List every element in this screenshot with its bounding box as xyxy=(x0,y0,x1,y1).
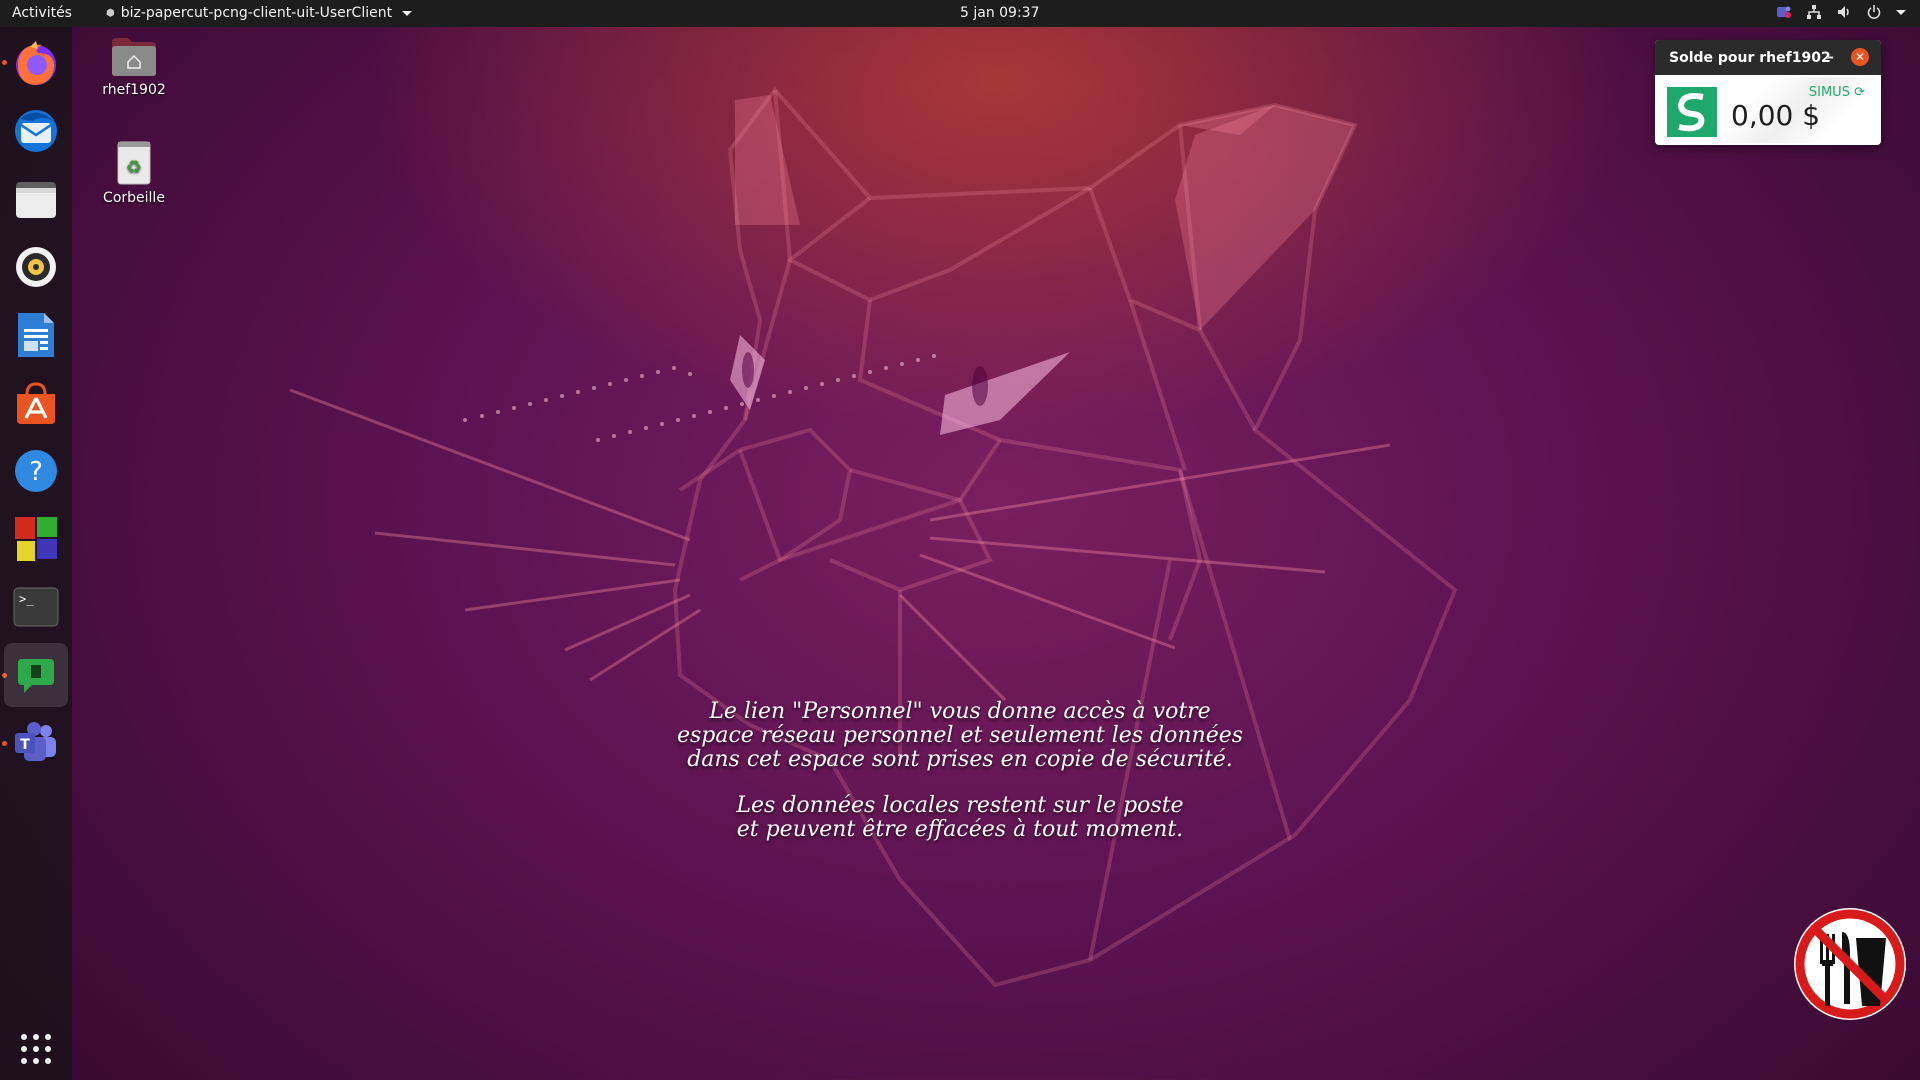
balance-amount: 0,00 $ xyxy=(1731,99,1821,132)
chevron-down-icon[interactable] xyxy=(1896,9,1906,15)
svg-text:>_: >_ xyxy=(19,592,34,606)
home-folder-label: rhef1902 xyxy=(102,82,166,98)
pin-icon: ⬢ xyxy=(106,7,115,19)
system-tray[interactable] xyxy=(1776,4,1906,20)
clock[interactable]: 5 jan 09:37 xyxy=(960,5,1040,21)
balance-widget[interactable]: Solde pour rhef1902 – ✕ SIMUS ⟳ 0,00 $ xyxy=(1655,40,1881,145)
papercut-logo-icon xyxy=(1667,87,1717,137)
software-center-icon xyxy=(17,382,55,424)
balance-widget-titlebar[interactable]: Solde pour rhef1902 – ✕ xyxy=(1655,40,1881,75)
balance-widget-body: SIMUS ⟳ 0,00 $ xyxy=(1657,77,1879,143)
organization-name: SIMUS xyxy=(1808,85,1850,100)
firefox-icon xyxy=(16,41,56,85)
activities-button[interactable]: Activités xyxy=(12,5,72,21)
network-icon[interactable] xyxy=(1806,4,1822,20)
dock-item-papercut[interactable] xyxy=(4,643,68,707)
desktop-home-folder[interactable]: rhef1902 xyxy=(84,36,184,98)
show-applications-button[interactable] xyxy=(4,1017,68,1080)
desktop-trash[interactable]: ♻ Corbeille xyxy=(84,140,184,206)
dock-item-help[interactable]: ? xyxy=(4,439,68,503)
power-icon[interactable] xyxy=(1866,4,1882,20)
dock-item-firefox[interactable] xyxy=(4,31,68,95)
volume-icon[interactable] xyxy=(1836,4,1852,20)
app-menu-label: biz-papercut-pcng-client-uit-UserClient xyxy=(120,5,393,21)
no-food-drink-sign-icon xyxy=(1794,908,1906,1020)
wallpaper-art xyxy=(289,86,1458,988)
writer-icon xyxy=(18,313,54,357)
organization-label: SIMUS ⟳ xyxy=(1809,85,1865,100)
svg-text:♻: ♻ xyxy=(126,157,142,178)
app-menu[interactable]: ⬢ biz-papercut-pcng-client-uit-UserClien… xyxy=(106,5,413,21)
message-line: et peuvent être effacées à tout moment. xyxy=(736,817,1184,842)
svg-text:?: ? xyxy=(29,457,43,487)
dock-item-writer[interactable] xyxy=(4,303,68,367)
help-icon: ? xyxy=(15,450,57,492)
terminal-icon: >_ xyxy=(13,587,59,627)
rhythmbox-icon xyxy=(16,247,56,287)
apps-grid-icon xyxy=(21,1034,51,1064)
wallpaper-message: Le lien "Personnel" vous donne accès à v… xyxy=(560,700,1360,864)
files-icon xyxy=(16,182,56,218)
trash-icon: ♻ xyxy=(117,141,151,185)
dock-item-terminal[interactable]: >_ xyxy=(4,575,68,639)
refresh-icon[interactable]: ⟳ xyxy=(1854,85,1865,100)
close-button[interactable]: ✕ xyxy=(1851,48,1869,66)
top-bar: Activités ⬢ biz-papercut-pcng-client-uit… xyxy=(0,0,1920,27)
message-line: Les données locales restent sur le poste xyxy=(736,793,1184,818)
dock-item-teams[interactable]: T xyxy=(4,711,68,775)
dock-item-thunderbird[interactable] xyxy=(4,99,68,163)
balance-widget-title: Solde pour rhef1902 xyxy=(1669,50,1831,66)
message-paragraph-2: Les données locales restent sur le poste… xyxy=(560,794,1360,842)
svg-text:T: T xyxy=(20,737,30,753)
dock-item-software[interactable] xyxy=(4,371,68,435)
teams-icon: T xyxy=(15,722,56,761)
dock-item-files[interactable] xyxy=(4,167,68,231)
chevron-down-icon xyxy=(402,10,413,16)
trash-label: Corbeille xyxy=(103,190,165,206)
message-paragraph-1: Le lien "Personnel" vous donne accès à v… xyxy=(560,700,1360,772)
message-line: espace réseau personnel et seulement les… xyxy=(676,723,1244,748)
dock-item-rhythmbox[interactable] xyxy=(4,235,68,299)
dock: ? >_ T xyxy=(0,27,72,1080)
message-line: dans cet espace sont prises en copie de … xyxy=(687,747,1233,772)
home-folder-icon xyxy=(112,38,156,76)
papercut-icon xyxy=(18,659,54,693)
teams-tray-icon[interactable] xyxy=(1776,4,1792,20)
minimize-button[interactable]: – xyxy=(1826,47,1834,66)
colorful-squares-icon xyxy=(15,517,57,561)
message-line: Le lien "Personnel" vous donne accès à v… xyxy=(709,699,1211,724)
thunderbird-icon xyxy=(15,110,57,152)
dock-item-colorful-app[interactable] xyxy=(4,507,68,571)
